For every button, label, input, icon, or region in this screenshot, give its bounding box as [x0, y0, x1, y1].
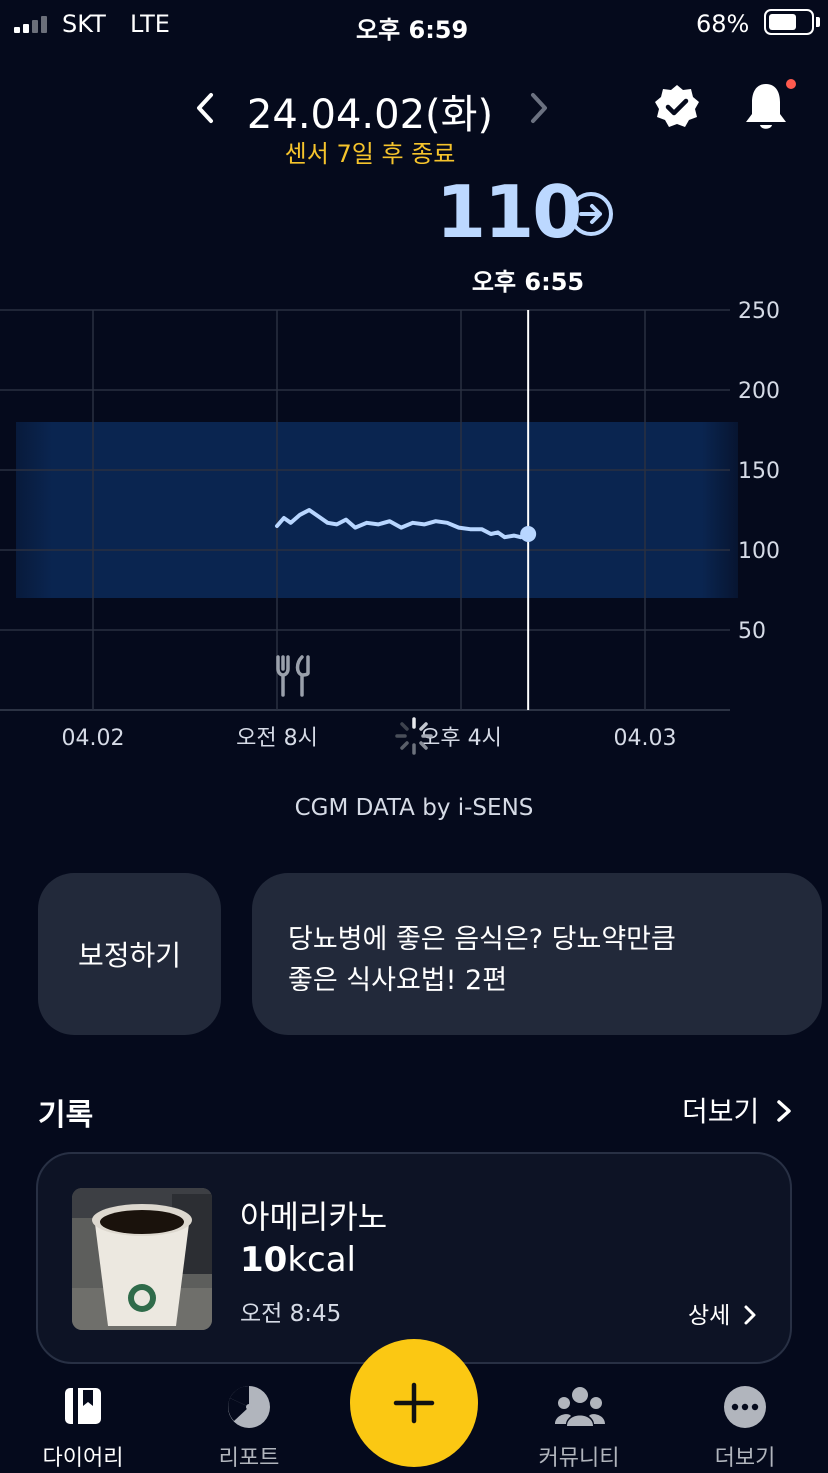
- glucose-time: 오후 6:55: [471, 268, 585, 296]
- detail-link[interactable]: 상세: [688, 1296, 758, 1330]
- food-photo[interactable]: [72, 1188, 212, 1330]
- sensor-notice: 센서 7일 후 종료: [284, 140, 456, 168]
- status-bar: SKT LTE 오후 6:59 68%: [0, 0, 828, 48]
- glucose-chart[interactable]: 2502001501005004.02 오전 8시 오후 4시 04.03: [0, 300, 828, 770]
- nav-label-diary[interactable]: 다이어리: [13, 1440, 153, 1472]
- calorie-unit: kcal: [287, 1240, 356, 1280]
- food-calories: 10kcal: [240, 1240, 356, 1280]
- chevron-right-icon: [744, 1305, 756, 1325]
- detail-label: 상세: [688, 1303, 731, 1329]
- chevron-left-icon[interactable]: [190, 88, 222, 128]
- chevron-right-icon: [777, 1100, 791, 1122]
- nav-label-community[interactable]: 커뮤니티: [509, 1440, 649, 1472]
- notification-dot: [786, 79, 796, 89]
- chevron-right-icon[interactable]: [522, 88, 554, 128]
- nav-label-more[interactable]: 더보기: [675, 1440, 815, 1472]
- calorie-value: 10: [240, 1240, 288, 1280]
- target-range-band: [16, 422, 738, 598]
- glucose-value: 110: [436, 170, 582, 254]
- x-tick-label: 04.03: [614, 726, 677, 751]
- article-banner[interactable]: 당뇨병에 좋은 음식은? 당뇨약만큼 좋은 식사요법! 2편: [252, 873, 822, 1035]
- add-button[interactable]: [350, 1339, 478, 1467]
- records-title: 기록: [38, 1098, 94, 1133]
- plus-icon: [393, 1382, 435, 1424]
- clock: 오후 6:59: [356, 16, 469, 44]
- more-icon[interactable]: [722, 1384, 768, 1430]
- y-tick-label: 200: [738, 379, 780, 404]
- diary-icon[interactable]: [63, 1386, 103, 1426]
- loading-spinner-icon: [394, 716, 434, 756]
- data-credit: CGM DATA by i-SENS: [294, 795, 534, 821]
- records-more-label: 더보기: [682, 1095, 760, 1128]
- article-title-line2: 좋은 식사요법! 2편: [288, 965, 508, 996]
- battery-icon: [764, 9, 814, 35]
- x-tick-label: 04.02: [62, 726, 125, 751]
- carrier-label: SKT: [62, 10, 106, 38]
- food-time: 오전 8:45: [240, 1301, 342, 1327]
- nav-label-report[interactable]: 리포트: [179, 1440, 319, 1472]
- article-title-line1: 당뇨병에 좋은 음식은? 당뇨약만큼: [288, 924, 676, 955]
- current-value-point: [520, 526, 537, 542]
- network-label: LTE: [130, 10, 170, 38]
- calibrate-button[interactable]: 보정하기: [38, 873, 221, 1035]
- food-name: 아메리카노: [240, 1198, 388, 1236]
- community-icon[interactable]: [555, 1384, 605, 1430]
- bell-icon[interactable]: [740, 78, 800, 134]
- verified-badge-icon[interactable]: [652, 82, 702, 132]
- y-tick-label: 50: [738, 619, 766, 644]
- arrow-right-circle-icon: [568, 191, 614, 237]
- date-title[interactable]: 24.04.02(화): [230, 82, 510, 140]
- battery-tip: [816, 17, 820, 27]
- report-icon[interactable]: [226, 1384, 272, 1430]
- y-tick-label: 100: [738, 539, 780, 564]
- y-tick-label: 250: [738, 300, 780, 324]
- records-more-link[interactable]: 더보기: [682, 1090, 794, 1130]
- y-tick-label: 150: [738, 459, 780, 484]
- battery-level: [769, 14, 797, 30]
- signal-icon: [14, 15, 54, 33]
- meal-icon[interactable]: [274, 655, 316, 697]
- x-tick-label: 오전 8시: [236, 726, 318, 751]
- battery-percent: 68%: [696, 10, 750, 38]
